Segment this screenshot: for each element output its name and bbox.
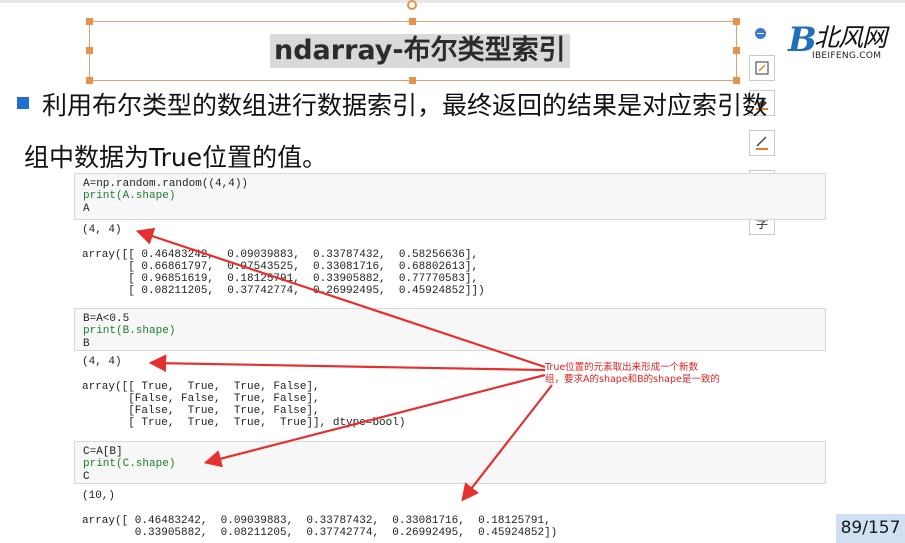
code-cell-3[interactable]: C=A[B] print(C.shape) C (74, 441, 826, 484)
resize-handle[interactable] (86, 18, 93, 25)
page-number: 89/157 (836, 514, 905, 543)
line-color-button[interactable] (749, 130, 775, 156)
resize-handle[interactable] (733, 47, 740, 54)
resize-handle[interactable] (733, 77, 740, 84)
code-line: print(A.shape) (83, 190, 176, 203)
logo-cn-text: 北风网 (814, 23, 887, 52)
annotation-line2: 组，要求A的shape和B的shape是一致的 (545, 374, 720, 385)
line-color-icon (756, 136, 768, 150)
bullet-text-line2[interactable]: 组中数据为True位置的值。 (24, 138, 327, 174)
code-input: B=A<0.5 print(B.shape) B (83, 313, 176, 350)
rotate-handle-icon[interactable] (407, 0, 417, 10)
code-input: C=A[B] print(C.shape) C (83, 446, 176, 483)
bullet-text-line1[interactable]: 利用布尔类型的数组进行数据索引，最终返回的结果是对应索引数 (42, 86, 767, 122)
collapse-icon[interactable] (755, 28, 766, 39)
annotation-text: True位置的元素取出来形成一个新数 组，要求A的shape和B的shape是一… (545, 362, 720, 386)
resize-handle[interactable] (86, 77, 93, 84)
cell-3-output: (10,) array([ 0.46483242, 0.09039883, 0.… (82, 490, 558, 539)
code-line: print(C.shape) (83, 458, 176, 471)
edit-icon (755, 61, 769, 75)
cell-2-output: (4, 4) array([[ True, True, True, False]… (82, 356, 406, 430)
resize-handle[interactable] (733, 18, 740, 25)
edit-shape-button[interactable] (749, 55, 775, 81)
bullet-icon (17, 97, 29, 109)
resize-handle[interactable] (409, 18, 416, 25)
resize-handle[interactable] (409, 77, 416, 84)
code-cell-2[interactable]: B=A<0.5 print(B.shape) B (74, 308, 826, 351)
logo-en-text: IBEIFENG.COM (812, 51, 882, 61)
code-cell-1[interactable]: A=np.random.random((4,4)) print(A.shape)… (74, 173, 826, 220)
code-line: print(B.shape) (83, 325, 176, 338)
beifeng-logo: B 北风网 IBEIFENG.COM (788, 14, 903, 64)
slide-title[interactable]: ndarray-布尔类型索引 (270, 34, 570, 68)
top-border (0, 0, 905, 3)
resize-handle[interactable] (86, 47, 93, 54)
code-input: A=np.random.random((4,4)) print(A.shape)… (83, 178, 249, 215)
cell-1-output: (4, 4) array([[ 0.46483242, 0.09039883, … (82, 224, 485, 298)
annotation-line1: True位置的元素取出来形成一个新数 (545, 362, 699, 373)
